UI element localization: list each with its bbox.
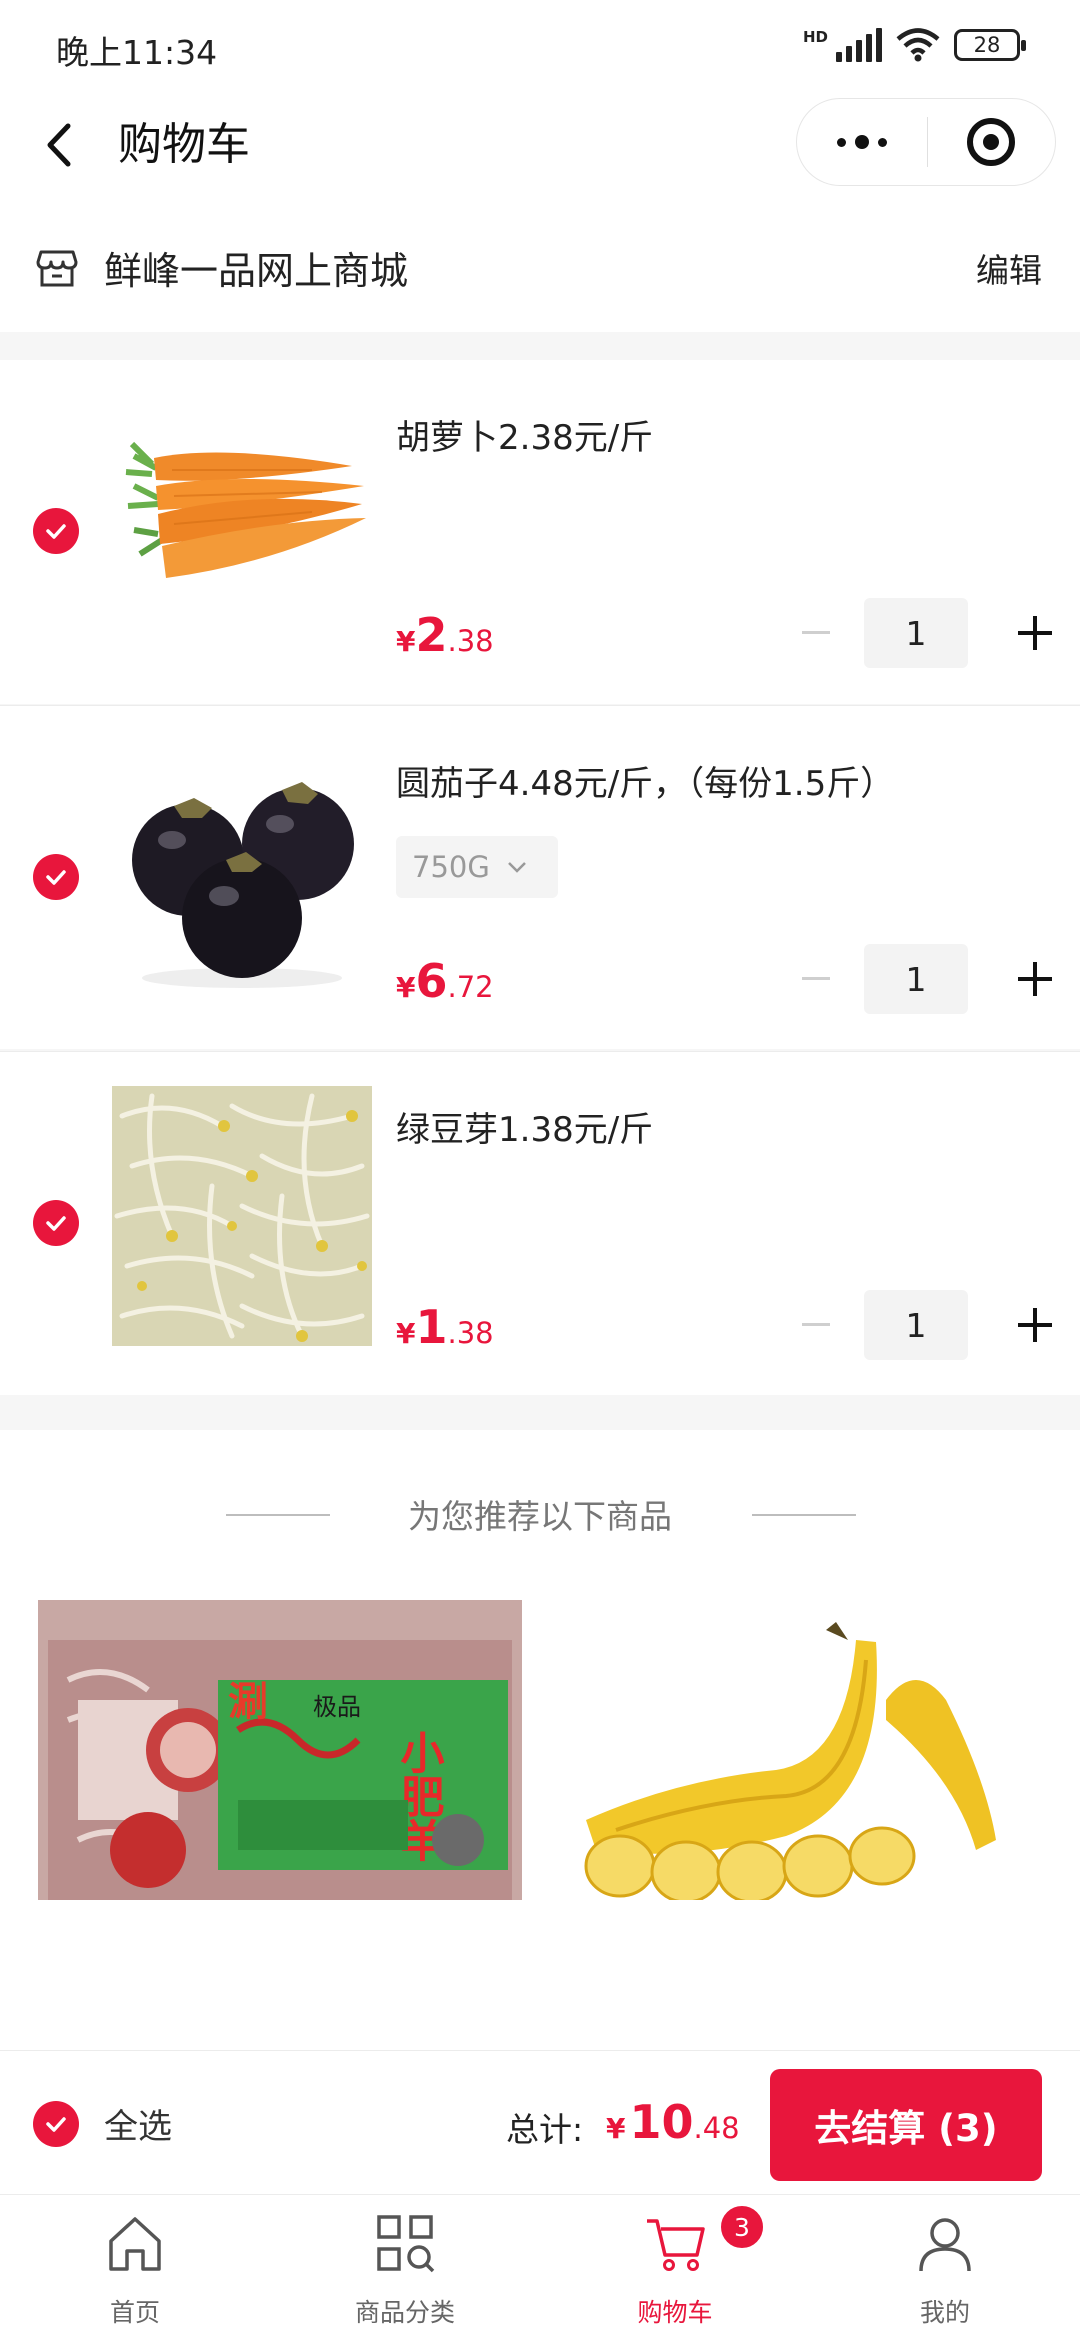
select-all-checkbox[interactable]	[33, 2101, 79, 2147]
increase-button[interactable]	[1018, 616, 1052, 650]
quantity-value[interactable]: 1	[864, 598, 968, 668]
more-dot-icon	[836, 137, 846, 147]
nav-bar: 购物车	[0, 90, 1080, 200]
quantity-stepper: 1	[802, 598, 1052, 668]
tab-label: 购物车	[637, 2298, 713, 2327]
item-title[interactable]: 绿豆芽1.38元/斤	[396, 1102, 653, 1151]
increase-button[interactable]	[1018, 962, 1052, 996]
increase-button[interactable]	[1018, 1308, 1052, 1342]
item-checkbox[interactable]	[33, 1200, 79, 1246]
category-grid-icon	[377, 2215, 435, 2273]
chevron-down-icon	[507, 862, 526, 873]
item-title[interactable]: 胡萝卜2.38元/斤	[396, 410, 653, 459]
recommend-header: 为您推荐以下商品	[0, 1490, 1080, 1540]
store-name[interactable]: 鲜峰一品网上商城	[104, 240, 408, 295]
item-checkbox[interactable]	[33, 508, 79, 554]
page-title: 购物车	[118, 119, 250, 170]
divider-line	[752, 1514, 856, 1516]
target-icon	[967, 118, 1016, 166]
status-bar: 晚上11:34 HD 28	[0, 0, 1080, 90]
item-price: ¥6.72	[396, 954, 494, 1008]
recommend-product-banana[interactable]	[556, 1600, 1040, 1900]
status-icons: HD 28	[802, 28, 1026, 62]
checkmark-icon	[46, 2117, 66, 2132]
total-label: 总计:	[506, 2110, 584, 2149]
more-dot-icon	[854, 135, 869, 149]
checkmark-icon	[46, 870, 66, 885]
cart-count-badge: 3	[718, 2203, 766, 2251]
close-miniprogram-button[interactable]	[928, 98, 1056, 186]
checkout-bar: 全选 总计: ¥10.48 去结算 (3)	[0, 2050, 1080, 2194]
store-header: 鲜峰一品网上商城 编辑	[0, 200, 1080, 332]
battery-icon: 28	[954, 29, 1026, 61]
checkmark-icon	[46, 1216, 66, 1231]
more-options-button[interactable]	[797, 98, 927, 186]
quantity-stepper: 1	[802, 1290, 1052, 1360]
status-time: 晚上11:34	[56, 33, 218, 72]
product-image-eggplant[interactable]	[112, 740, 372, 1000]
wifi-icon	[896, 28, 940, 62]
recommend-title: 为您推荐以下商品	[408, 1497, 672, 1536]
spec-value: 750G	[412, 850, 490, 884]
checkmark-icon	[46, 524, 66, 539]
signal-icon	[836, 28, 882, 62]
home-icon	[109, 2217, 161, 2271]
package-text-jipin: 极品	[313, 1693, 361, 1721]
product-image-bean-sprouts[interactable]	[112, 1086, 372, 1346]
item-checkbox[interactable]	[33, 854, 79, 900]
checkout-button[interactable]: 去结算 (3)	[770, 2069, 1042, 2181]
miniprogram-capsule	[796, 98, 1056, 186]
item-price: ¥1.38	[396, 1300, 494, 1354]
product-image-carrot[interactable]	[112, 394, 372, 654]
battery-level: 28	[973, 33, 1001, 57]
tab-label: 我的	[919, 2298, 970, 2327]
cart-icon	[647, 2219, 705, 2271]
item-price: ¥2.38	[396, 608, 494, 662]
user-icon	[919, 2218, 971, 2272]
recommend-product-lamb[interactable]: 涮 极品 小肥羊	[38, 1600, 522, 1900]
tab-cart[interactable]: 3 购物车	[540, 2195, 810, 2340]
decrease-button[interactable]	[802, 631, 830, 634]
decrease-button[interactable]	[802, 1323, 830, 1326]
back-arrow-icon[interactable]	[38, 112, 82, 178]
tab-label: 首页	[109, 2298, 160, 2327]
quantity-value[interactable]: 1	[864, 944, 968, 1014]
network-type: HD	[802, 28, 828, 46]
total-price: ¥10.48	[606, 2095, 740, 2149]
package-text-shuan: 涮	[228, 1679, 268, 1725]
cart-item: 圆茄子4.48元/斤，（每份1.5斤） 750G ¥6.72 1	[0, 705, 1080, 1049]
cart-item: 胡萝卜2.38元/斤 ¥2.38 1	[0, 360, 1080, 704]
cart-item: 绿豆芽1.38元/斤 ¥1.38 1	[0, 1051, 1080, 1395]
spec-selector[interactable]: 750G	[396, 836, 558, 898]
quantity-value[interactable]: 1	[864, 1290, 968, 1360]
quantity-stepper: 1	[802, 944, 1052, 1014]
select-all-label[interactable]: 全选	[104, 2099, 172, 2148]
tab-label: 商品分类	[354, 2298, 455, 2327]
tab-home[interactable]: 首页	[0, 2195, 270, 2340]
store-icon	[36, 250, 78, 287]
decrease-button[interactable]	[802, 977, 830, 980]
edit-button[interactable]: 编辑	[976, 244, 1042, 292]
tab-category[interactable]: 商品分类	[270, 2195, 540, 2340]
more-dot-icon	[877, 137, 887, 147]
tab-bar: 首页 商品分类 3 购物车 我的	[0, 2194, 1080, 2340]
item-title[interactable]: 圆茄子4.48元/斤，（每份1.5斤）	[396, 756, 894, 805]
tab-profile[interactable]: 我的	[810, 2195, 1080, 2340]
